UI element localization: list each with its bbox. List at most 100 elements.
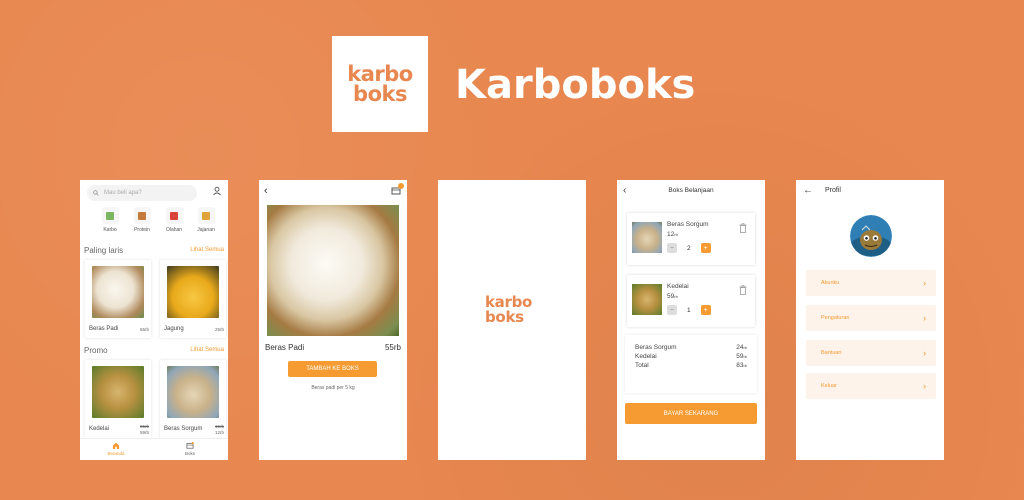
product-price-block: 15rb 12rb — [215, 424, 224, 436]
search-placeholder: Mau beli apa? — [104, 190, 142, 196]
summary-row: Beras Sorgum 24rb — [635, 344, 747, 351]
product-price: 59rb — [139, 430, 149, 435]
category-label: Olahan — [165, 227, 183, 233]
product-card-kedelai[interactable]: Kedelai 65rb 59rb — [85, 360, 151, 438]
product-price: 25rb — [214, 327, 224, 332]
splash-screen: karbo boks — [438, 180, 586, 460]
product-price: 12rb — [214, 430, 224, 435]
menu-akunku[interactable]: Akunku › — [806, 270, 936, 296]
logo-line-2: boks — [353, 82, 407, 106]
quantity-value: 1 — [687, 306, 691, 314]
add-to-box-button[interactable]: TAMBAH KE BOKS — [288, 361, 377, 377]
summary-value: 83rb — [736, 362, 747, 369]
cart-item-price: 59rb — [667, 293, 678, 300]
summary-value: 24rb — [736, 344, 747, 351]
menu-keluar[interactable]: Keluar › — [806, 373, 936, 399]
popular-title: Paling laris — [84, 246, 124, 255]
protein-icon — [138, 211, 146, 220]
brand-title: Karboboks — [455, 62, 696, 108]
jajanan-icon — [202, 211, 210, 220]
category-olahan[interactable]: Olahan — [164, 207, 184, 233]
avatar[interactable] — [850, 215, 892, 257]
summary-value: 59rb — [736, 353, 747, 360]
nav-boks[interactable]: Boks — [175, 442, 205, 456]
product-card-beras-sorgum[interactable]: Beras Sorgum 15rb 12rb — [160, 360, 226, 438]
menu-label: Akunku — [821, 280, 840, 286]
cart-screen: ‹ Boks Belanjaan Beras Sorgum 12rb − 2 +… — [617, 180, 765, 460]
back-arrow-icon[interactable]: ← — [803, 186, 813, 196]
product-card-jagung[interactable]: Jagung 25rb — [160, 260, 226, 338]
category-jajanan[interactable]: Jajanan — [196, 207, 216, 233]
menu-pengaturan[interactable]: Pengaturan › — [806, 305, 936, 331]
menu-label: Keluar — [821, 383, 837, 389]
cart-item: Beras Sorgum 12rb − 2 + — [627, 213, 755, 265]
cart-item-name: Beras Sorgum — [667, 221, 709, 228]
decrease-button[interactable]: − — [667, 305, 677, 315]
sorghum-image — [167, 366, 219, 418]
menu-bantuan[interactable]: Bantuan › — [806, 340, 936, 366]
quantity-stepper: − 2 + — [667, 243, 711, 253]
popular-see-all-link[interactable]: Lihat Semua — [190, 247, 224, 253]
summary-row: Kedelai 59rb — [635, 353, 747, 360]
pay-now-button[interactable]: BAYAR SEKARANG — [625, 403, 757, 424]
summary-label: Kedelai — [635, 353, 657, 360]
product-price: 55rb — [384, 343, 401, 352]
nav-beranda[interactable]: Beranda — [101, 442, 131, 456]
chevron-right-icon: › — [923, 312, 926, 323]
product-name: Kedelai — [89, 426, 110, 432]
category-karbo[interactable]: Karbo — [100, 207, 120, 233]
category-list: Karbo Protein Olahan Jajanan — [100, 207, 216, 233]
product-detail-screen: ‹ Beras Padi 55rb TAMBAH KE BOKS Beras p… — [259, 180, 407, 460]
order-summary: Beras Sorgum 24rb Kedelai 59rb Total 83r… — [625, 335, 757, 393]
category-protein[interactable]: Protein — [132, 207, 152, 233]
product-price: 55rb — [139, 327, 149, 332]
summary-total-row: Total 83rb — [635, 362, 747, 369]
brand-logo: karbo boks — [332, 36, 428, 132]
product-price-block: 65rb 59rb — [140, 424, 149, 436]
page-title: Boks Belanjaan — [668, 187, 714, 194]
promo-see-all-link[interactable]: Lihat Semua — [190, 347, 224, 353]
chevron-right-icon: › — [923, 347, 926, 358]
chevron-right-icon: › — [923, 380, 926, 391]
product-name: Jagung — [164, 326, 184, 332]
category-label: Protein — [134, 227, 150, 233]
bottom-nav: Beranda Boks — [80, 438, 228, 460]
nav-label: Boks — [184, 451, 195, 456]
splash-logo-line-2: boks — [485, 308, 524, 326]
menu-label: Pengaturan — [821, 315, 850, 321]
decrease-button[interactable]: − — [667, 243, 677, 253]
product-card-beras-padi[interactable]: Beras Padi 55rb — [85, 260, 151, 338]
soybean-image — [92, 366, 144, 418]
chevron-right-icon: › — [923, 277, 926, 288]
quantity-stepper: − 1 + — [667, 305, 711, 315]
page-title: Profil — [825, 187, 841, 194]
product-name: Beras Sorgum — [164, 426, 203, 432]
corn-image — [167, 266, 219, 318]
soybean-image — [632, 284, 662, 315]
increase-button[interactable]: + — [700, 243, 711, 253]
trash-icon[interactable] — [739, 223, 747, 233]
search-icon — [93, 190, 99, 196]
product-name: Beras Padi — [89, 326, 119, 332]
cart-item: Kedelai 59rb − 1 + — [627, 275, 755, 327]
quantity-value: 2 — [687, 244, 691, 252]
back-arrow-icon[interactable]: ‹ — [264, 186, 268, 197]
menu-label: Bantuan — [821, 350, 842, 356]
cart-item-price: 12rb — [667, 231, 678, 238]
cart-item-name: Kedelai — [667, 283, 689, 290]
user-icon[interactable] — [212, 186, 222, 196]
category-label: Jajanan — [197, 227, 215, 233]
product-description: Beras padi per 5 kg — [311, 385, 355, 391]
home-icon — [112, 442, 120, 449]
trash-icon[interactable] — [739, 285, 747, 295]
box-badge — [398, 183, 404, 189]
rice-image — [92, 266, 144, 318]
rice-image — [267, 205, 399, 336]
splash-logo: karbo boks — [485, 295, 532, 325]
karbo-icon — [106, 211, 114, 220]
increase-button[interactable]: + — [700, 305, 711, 315]
search-input[interactable]: Mau beli apa? — [87, 185, 197, 201]
nav-label: Beranda — [107, 451, 125, 456]
home-screen: Mau beli apa? Karbo Protein Olahan Jajan… — [80, 180, 228, 460]
logo-line-1: karbo — [347, 62, 413, 86]
